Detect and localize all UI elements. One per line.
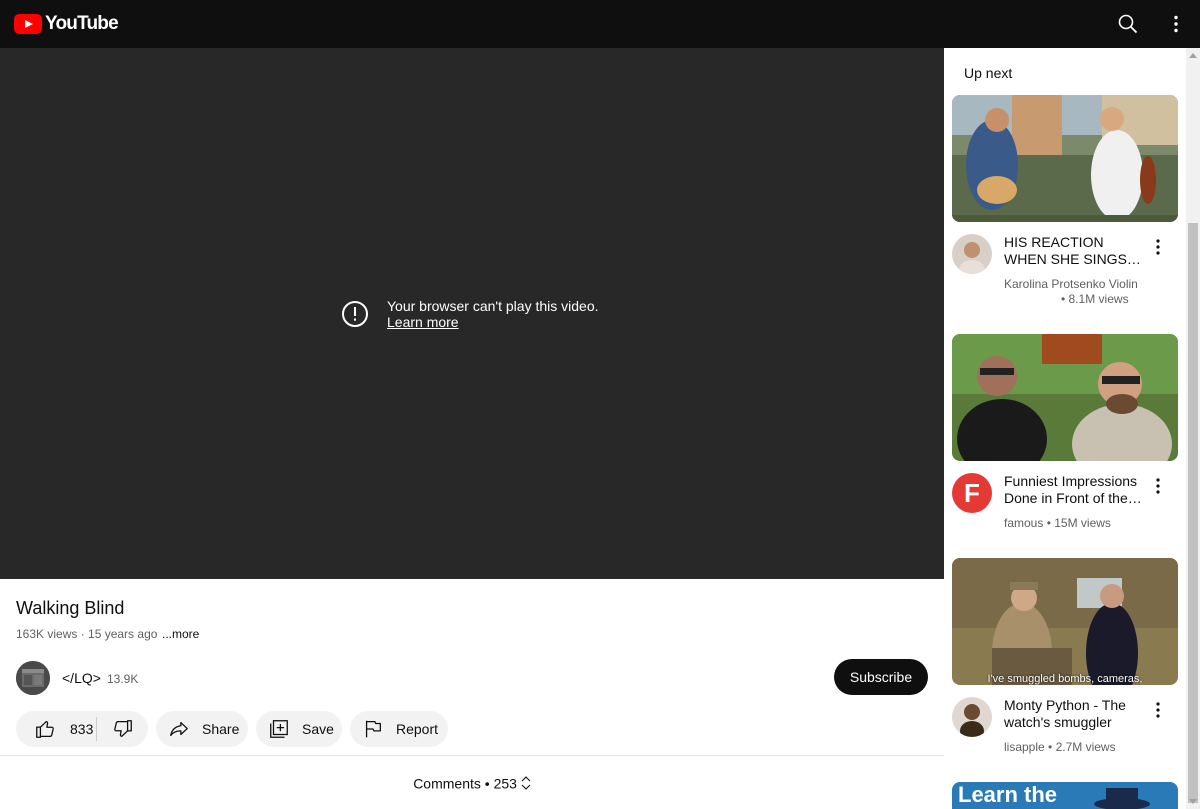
flag-icon bbox=[365, 720, 381, 738]
channel-avatar[interactable] bbox=[952, 234, 992, 274]
logo-text: YouTube bbox=[45, 13, 119, 34]
channel-avatar[interactable] bbox=[16, 661, 50, 695]
video-title[interactable]: Funniest Impressions Done in Front of th… bbox=[1004, 473, 1144, 507]
dislike-button[interactable] bbox=[97, 711, 148, 747]
channel-avatar-image bbox=[952, 697, 992, 737]
up-next-video-card[interactable]: HIS REACTION WHEN SHE SINGS | Ellie Goul… bbox=[952, 95, 1178, 306]
thumbnail-image bbox=[952, 95, 1178, 222]
up-next-video-card[interactable]: Learn the bbox=[952, 782, 1178, 809]
views-separator: • bbox=[1061, 292, 1069, 306]
up-next-video-card[interactable]: I've smuggled bombs, cameras, Monty Pyth… bbox=[952, 558, 1178, 754]
channel-avatar[interactable]: F bbox=[952, 473, 992, 513]
share-label: Share bbox=[202, 721, 240, 737]
youtube-logo[interactable]: YouTube bbox=[14, 13, 119, 35]
share-icon bbox=[170, 721, 188, 737]
thumbnail-image bbox=[952, 558, 1178, 685]
save-label: Save bbox=[302, 721, 334, 737]
subtitle-overlay: I've smuggled bombs, cameras, bbox=[987, 673, 1143, 685]
up-next-sidebar: Up next HIS REACTION WHEN SHE SINGS | Ka… bbox=[944, 48, 1186, 809]
channel-avatar-image bbox=[16, 661, 50, 695]
like-count: 833 bbox=[70, 721, 94, 737]
subscribe-button[interactable]: Subscribe bbox=[834, 659, 928, 695]
thumbnail-image bbox=[952, 334, 1178, 461]
thumb-up-icon bbox=[36, 721, 54, 738]
comments-label: Comments bbox=[413, 775, 481, 792]
views-count: 15M views bbox=[1054, 516, 1111, 530]
player-error: Your browser can't play this video. Lear… bbox=[341, 298, 599, 330]
video-channel: famous bbox=[1004, 516, 1044, 530]
video-thumbnail[interactable] bbox=[952, 334, 1178, 461]
learn-more-link[interactable]: Learn more bbox=[387, 314, 459, 330]
alert-icon bbox=[342, 301, 368, 327]
comments-count: 253 bbox=[493, 775, 517, 792]
channel-avatar[interactable] bbox=[952, 697, 992, 737]
more-vert-icon[interactable] bbox=[1148, 476, 1168, 496]
description-more-link[interactable]: ...more bbox=[162, 627, 199, 641]
channel-avatar-letter: F bbox=[964, 477, 980, 508]
error-message: Your browser can't play this video. bbox=[387, 298, 599, 314]
views-separator: • bbox=[1043, 516, 1055, 530]
video-thumbnail[interactable]: I've smuggled bombs, cameras, bbox=[952, 558, 1178, 685]
views-count: 2.7M views bbox=[1055, 740, 1116, 754]
report-label: Report bbox=[396, 721, 439, 737]
video-channel: Karolina Protsenko Violin bbox=[1004, 277, 1138, 291]
hat-icon bbox=[1094, 788, 1150, 809]
thumb-down-icon bbox=[113, 720, 132, 737]
video-channel-views: lisapple • 2.7M views bbox=[1004, 740, 1116, 755]
subscriber-count: 13.9K bbox=[107, 672, 139, 686]
channel-name[interactable]: </LQ> bbox=[62, 670, 101, 686]
top-bar: YouTube bbox=[0, 0, 1200, 48]
channel-avatar-image bbox=[952, 234, 992, 274]
sort-icon[interactable] bbox=[521, 776, 531, 791]
report-button[interactable]: Report bbox=[350, 711, 448, 747]
save-icon bbox=[270, 720, 288, 738]
video-channel: lisapple bbox=[1004, 740, 1045, 754]
share-button[interactable]: Share bbox=[156, 711, 248, 747]
comments-separator: • bbox=[484, 775, 490, 792]
views-separator: • bbox=[1044, 740, 1056, 754]
video-views: • 8.1M views bbox=[1061, 292, 1129, 307]
video-player[interactable]: Your browser can't play this video. Lear… bbox=[0, 48, 944, 579]
video-channel-views: famous • 15M views bbox=[1004, 516, 1111, 531]
video-thumbnail[interactable]: Learn the bbox=[952, 782, 1178, 809]
like-button[interactable]: 833 bbox=[16, 711, 96, 747]
thumbnail-text: Learn the bbox=[958, 782, 1058, 807]
more-vert-icon[interactable] bbox=[1148, 700, 1168, 720]
video-thumbnail[interactable] bbox=[952, 95, 1178, 222]
video-title[interactable]: Monty Python - The watch's smuggler bbox=[1004, 697, 1144, 731]
comments-header[interactable]: Comments • 253 bbox=[0, 774, 944, 791]
scrollbar-thumb[interactable] bbox=[1188, 223, 1198, 803]
scroll-down-arrow[interactable] bbox=[1189, 799, 1197, 804]
sidebar-scrollbar[interactable] bbox=[1186, 48, 1200, 809]
youtube-play-icon bbox=[14, 14, 42, 34]
views-count: 8.1M views bbox=[1068, 292, 1129, 306]
like-dislike-group: 833 bbox=[16, 711, 148, 747]
scroll-up-arrow[interactable] bbox=[1189, 53, 1197, 58]
up-next-heading: Up next bbox=[964, 65, 1013, 81]
divider bbox=[0, 755, 944, 756]
save-button[interactable]: Save bbox=[256, 711, 342, 747]
search-icon[interactable] bbox=[1116, 12, 1140, 36]
up-next-video-card[interactable]: F Funniest Impressions Done in Front of … bbox=[952, 334, 1178, 530]
more-vert-icon[interactable] bbox=[1164, 12, 1188, 36]
video-title: Walking Blind bbox=[16, 598, 125, 618]
more-vert-icon[interactable] bbox=[1148, 237, 1168, 257]
video-title[interactable]: HIS REACTION WHEN SHE SINGS | Ellie Goul… bbox=[1004, 234, 1144, 268]
video-meta: 163K views · 15 years ago bbox=[16, 627, 158, 641]
